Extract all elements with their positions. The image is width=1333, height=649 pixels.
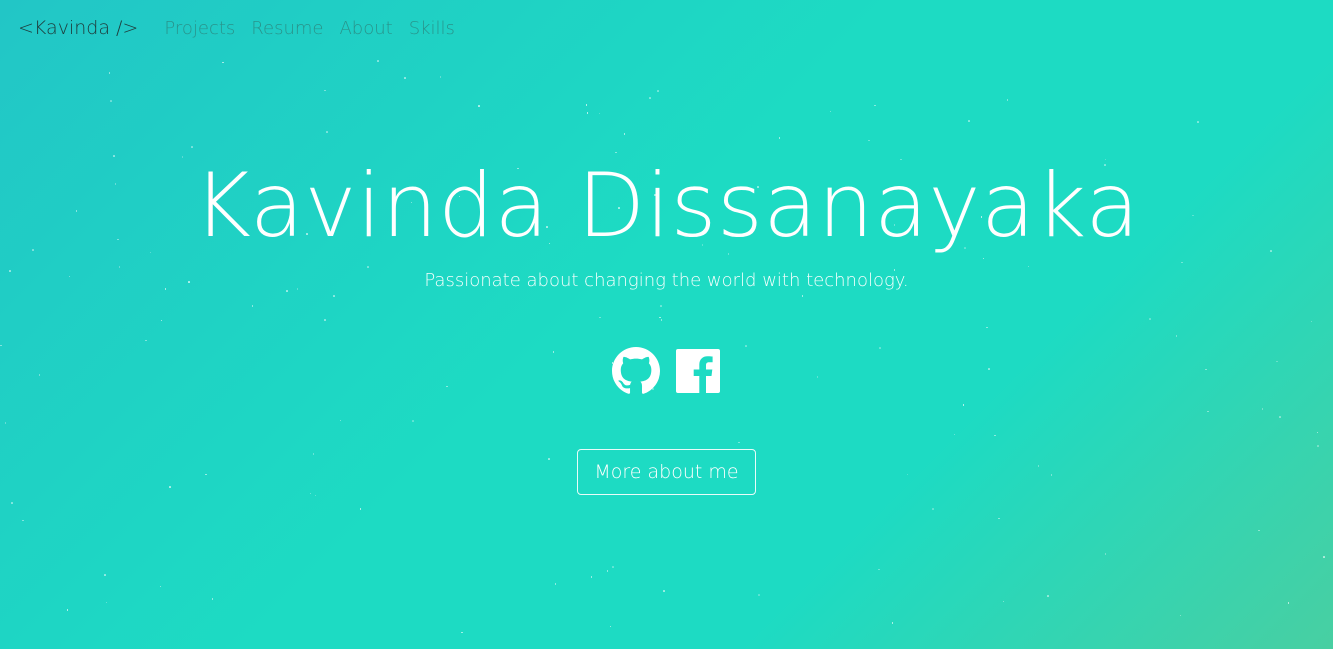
star-dot [1323, 556, 1325, 558]
navbar: <Kavinda /> Projects Resume About Skills [0, 0, 1333, 56]
star-dot [461, 631, 463, 634]
star-dot [554, 583, 557, 585]
star-dot [586, 112, 589, 114]
star-dot [478, 105, 480, 107]
nav-link-resume[interactable]: Resume [251, 18, 323, 39]
cta-wrapper: More about me [0, 449, 1333, 495]
star-dot [105, 601, 108, 604]
star-dot [1006, 99, 1009, 101]
star-dot [623, 133, 626, 135]
star-dot [778, 137, 781, 139]
star-dot [829, 110, 832, 113]
hero-subtitle: Passionate about changing the world with… [424, 270, 909, 291]
star-dot [66, 609, 69, 611]
star-dot [1287, 602, 1290, 604]
star-dot [404, 77, 406, 79]
github-link[interactable] [611, 347, 660, 399]
nav-link-skills[interactable]: Skills [409, 18, 455, 39]
star-dot [612, 566, 614, 568]
star-dot [159, 585, 162, 588]
star-dot [998, 517, 1000, 520]
star-dot [874, 104, 876, 107]
facebook-icon [675, 349, 720, 397]
star-dot [663, 590, 665, 592]
star-dot [439, 76, 442, 78]
star-dot [606, 570, 609, 572]
star-dot [590, 576, 593, 578]
nav-link-projects[interactable]: Projects [164, 18, 235, 39]
nav-links: Projects Resume About Skills [164, 18, 455, 39]
star-dot [211, 598, 214, 600]
brand-logo[interactable]: <Kavinda /> [18, 17, 138, 39]
star-dot [649, 97, 651, 99]
star-dot [598, 112, 601, 115]
star-dot [609, 625, 612, 628]
star-dot [878, 568, 880, 571]
star-dot [359, 508, 362, 510]
star-dot [1179, 614, 1182, 617]
more-about-me-button[interactable]: More about me [577, 449, 756, 495]
star-dot [932, 508, 934, 510]
star-dot [222, 61, 224, 64]
star-dot [11, 502, 13, 504]
star-dot [326, 131, 328, 133]
star-dot [22, 519, 24, 522]
star-dot [868, 139, 870, 142]
nav-link-about[interactable]: About [339, 18, 392, 39]
star-dot [1197, 121, 1199, 123]
star-dot [191, 146, 193, 148]
star-dot [377, 60, 379, 62]
star-dot [657, 90, 659, 92]
star-dot [1047, 595, 1049, 597]
star-dot [1002, 600, 1005, 603]
hero-section: Kavinda Dissanayaka Passionate about cha… [0, 150, 1333, 495]
star-dot [110, 100, 112, 102]
star-dot [585, 104, 588, 106]
star-dot [968, 120, 970, 122]
facebook-link[interactable] [674, 349, 722, 397]
star-dot [104, 574, 106, 576]
star-dot [1104, 553, 1107, 555]
star-dot [758, 594, 760, 596]
star-dot [1258, 529, 1260, 532]
hero-title: Kavinda Dissanayaka [193, 154, 1140, 257]
social-links [0, 347, 1333, 399]
star-dot [891, 622, 894, 624]
star-dot [108, 72, 111, 74]
star-dot [324, 89, 326, 92]
github-icon [611, 347, 660, 399]
